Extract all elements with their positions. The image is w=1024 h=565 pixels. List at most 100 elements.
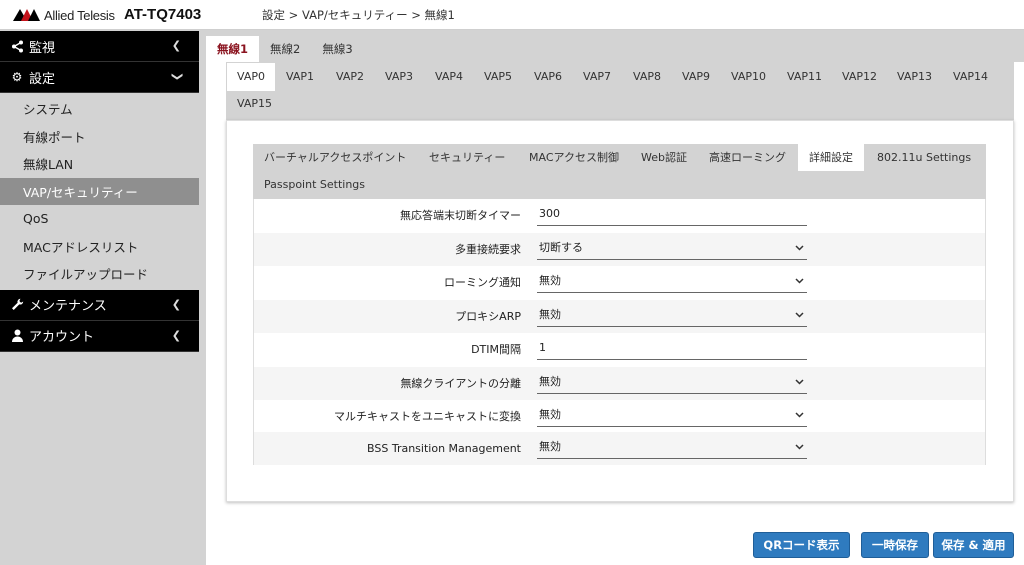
app-header: Allied Telesis AT-TQ7403 設定 > VAP/セキュリティ… (0, 0, 1024, 30)
form-row-proxy-arp: プロキシARP 無効 (254, 299, 985, 333)
sidebar-item-system[interactable]: システム (0, 95, 199, 123)
chevron-down-icon (795, 271, 805, 291)
chevron-down-icon (795, 372, 805, 392)
tab-vap9[interactable]: VAP9 (672, 63, 720, 91)
tab-virtual-access-point[interactable]: バーチャルアクセスポイント (253, 144, 417, 171)
sub-tab-bar: バーチャルアクセスポイント セキュリティー MACアクセス制御 Web認証 高速… (253, 144, 986, 199)
multiple-connection-select[interactable]: 切断する (537, 238, 807, 260)
tab-vap10[interactable]: VAP10 (721, 63, 776, 91)
sidebar-category-label: 設定 (29, 71, 56, 87)
field-label: ローミング通知 (444, 276, 521, 289)
field-label: マルチキャストをユニキャストに変換 (334, 410, 521, 423)
tab-vap6[interactable]: VAP6 (524, 63, 572, 91)
tab-vap8[interactable]: VAP8 (623, 63, 671, 91)
sidebar-category-account[interactable]: アカウント ❮ (0, 320, 199, 352)
tab-wireless-2[interactable]: 無線2 (259, 36, 311, 62)
tab-vap1[interactable]: VAP1 (276, 63, 324, 91)
select-value: 無効 (539, 274, 561, 287)
tab-vap3[interactable]: VAP3 (375, 63, 423, 91)
tab-vap12[interactable]: VAP12 (832, 63, 887, 91)
tab-vap5[interactable]: VAP5 (474, 63, 522, 91)
sidebar-category-label: 監視 (29, 40, 56, 56)
wireless-tabs: 無線1 無線2 無線3 (206, 36, 364, 62)
field-label: 多重接続要求 (455, 242, 521, 256)
select-value: 切断する (539, 240, 583, 254)
breadcrumb: 設定 > VAP/セキュリティー > 無線1 (262, 8, 455, 22)
chevron-down-icon (795, 405, 805, 425)
tab-vap7[interactable]: VAP7 (573, 63, 621, 91)
select-value: 無効 (539, 374, 561, 388)
tab-vap2[interactable]: VAP2 (326, 63, 374, 91)
qr-code-button[interactable]: QRコード表示 (753, 532, 850, 558)
tab-web-auth[interactable]: Web認証 (630, 144, 698, 171)
roaming-notification-select[interactable]: 無効 (537, 271, 807, 293)
sidebar-item-mac-address-list[interactable]: MACアドレスリスト (0, 233, 199, 261)
sidebar: 監視 ❮ ⚙ 設定 ❮ システム 有線ポート 無線LAN VAP/セキュリティー… (0, 31, 199, 565)
device-model: AT-TQ7403 (124, 6, 202, 23)
form-row-multiple-connection: 多重接続要求 切断する (254, 232, 985, 266)
tab-vap11[interactable]: VAP11 (777, 63, 832, 91)
select-value: 無効 (539, 307, 561, 321)
advanced-settings-form: 無応答端末切断タイマー 300 多重接続要求 切断する ローミング通知 無効 プ… (253, 199, 986, 465)
form-row-dtim-interval: DTIM間隔 1 (254, 333, 985, 367)
chevron-down-icon: ❮ (169, 71, 183, 82)
select-value: 無効 (539, 439, 561, 453)
user-icon (10, 329, 24, 343)
chevron-left-icon: ❮ (171, 39, 181, 52)
sidebar-item-vap-security[interactable]: VAP/セキュリティー (0, 177, 199, 205)
tab-vap13[interactable]: VAP13 (887, 63, 942, 91)
tab-vap15[interactable]: VAP15 (227, 90, 282, 118)
multicast-to-unicast-select[interactable]: 無効 (537, 405, 807, 427)
form-row-roaming-notification: ローミング通知 無効 (254, 266, 985, 300)
tab-vap14[interactable]: VAP14 (943, 63, 998, 91)
sidebar-category-label: アカウント (29, 330, 95, 345)
tab-vap0[interactable]: VAP0 (227, 63, 275, 91)
dtim-interval-input[interactable]: 1 (537, 338, 807, 360)
form-row-client-isolation: 無線クライアントの分離 無効 (254, 366, 985, 400)
sidebar-item-wired-port[interactable]: 有線ポート (0, 123, 199, 151)
share-icon (10, 39, 24, 53)
tab-advanced-settings[interactable]: 詳細設定 (798, 144, 864, 171)
save-and-apply-button[interactable]: 保存 & 適用 (933, 532, 1014, 558)
form-row-bss-transition: BSS Transition Management 無効 (254, 431, 985, 465)
tab-passpoint-settings[interactable]: Passpoint Settings (253, 171, 376, 198)
field-label: 無線クライアントの分離 (400, 376, 521, 390)
tab-vap4[interactable]: VAP4 (425, 63, 473, 91)
tab-80211u-settings[interactable]: 802.11u Settings (866, 144, 982, 171)
chevron-down-icon (795, 305, 805, 325)
tab-mac-access-control[interactable]: MACアクセス制御 (518, 144, 630, 171)
sidebar-category-monitor[interactable]: 監視 ❮ (0, 31, 199, 62)
sidebar-item-qos[interactable]: QoS (0, 205, 199, 233)
client-isolation-select[interactable]: 無効 (537, 372, 807, 394)
sidebar-category-maintenance[interactable]: メンテナンス ❮ (0, 289, 199, 321)
proxy-arp-select[interactable]: 無効 (537, 305, 807, 327)
inactivity-timer-input[interactable]: 300 (537, 204, 807, 226)
chevron-down-icon (795, 238, 805, 258)
sidebar-item-file-upload[interactable]: ファイルアップロード (0, 260, 199, 288)
field-label: BSS Transition Management (367, 441, 521, 455)
temporary-save-button[interactable]: 一時保存 (861, 532, 929, 558)
chevron-left-icon: ❮ (171, 328, 181, 342)
wrench-icon (10, 298, 24, 312)
bss-transition-select[interactable]: 無効 (537, 437, 807, 459)
sidebar-category-settings[interactable]: ⚙ 設定 ❮ (0, 62, 199, 93)
brand-name: Allied Telesis (44, 7, 115, 23)
field-label: DTIM間隔 (471, 343, 521, 356)
gear-icon: ⚙ (11, 70, 23, 84)
tab-fast-roaming[interactable]: 高速ローミング (698, 144, 797, 171)
brand-logo: Allied Telesis (13, 7, 115, 23)
field-label: 無応答端末切断タイマー (400, 209, 521, 222)
form-row-inactivity-timer: 無応答端末切断タイマー 300 (254, 199, 985, 233)
chevron-down-icon (795, 437, 805, 457)
form-row-multicast-to-unicast: マルチキャストをユニキャストに変換 無効 (254, 400, 985, 434)
tab-security[interactable]: セキュリティー (418, 144, 516, 171)
vap-tab-bar: VAP0 VAP1 VAP2 VAP3 VAP4 VAP5 VAP6 VAP7 … (226, 62, 1014, 120)
field-label: プロキシARP (455, 309, 521, 323)
sidebar-item-wireless-lan[interactable]: 無線LAN (0, 150, 199, 178)
tab-wireless-3[interactable]: 無線3 (311, 36, 363, 62)
tab-wireless-1[interactable]: 無線1 (206, 36, 260, 62)
allied-telesis-logo-icon (13, 9, 41, 21)
select-value: 無効 (539, 408, 561, 421)
sidebar-category-label: メンテナンス (29, 299, 107, 314)
chevron-left-icon: ❮ (171, 297, 181, 311)
